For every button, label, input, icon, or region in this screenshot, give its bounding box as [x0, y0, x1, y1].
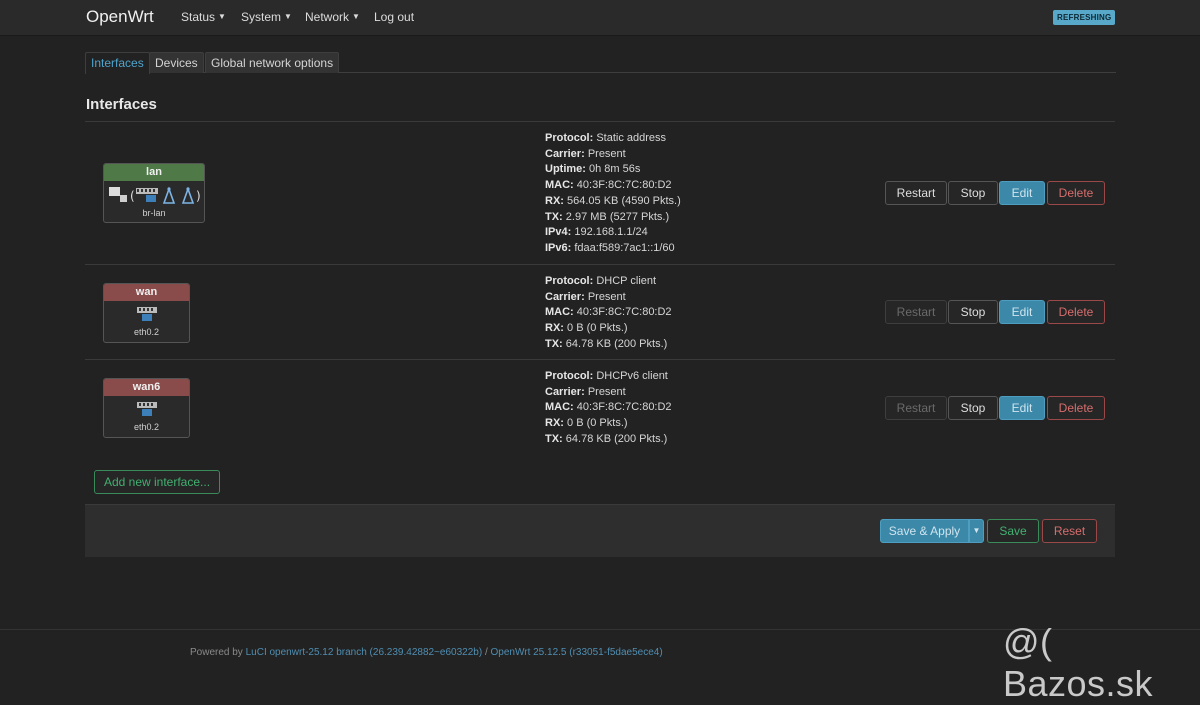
- watermark-logo: @( Bazos.sk: [1003, 621, 1154, 704]
- luci-link[interactable]: LuCI openwrt-25.12 branch (26.239.42882~…: [246, 647, 483, 658]
- interface-device: eth0.2: [133, 327, 160, 337]
- powered-by: Powered by LuCI openwrt-25.12 branch (26…: [190, 647, 663, 658]
- info-tx: TX: 2.97 MB (5277 Pkts.): [545, 210, 670, 223]
- delete-button[interactable]: Delete: [1047, 300, 1105, 324]
- powered-by-prefix: Powered by: [190, 647, 246, 658]
- menu-network-label: Network: [305, 10, 350, 24]
- stop-button[interactable]: Stop: [948, 181, 998, 205]
- network-port-icon: [136, 401, 157, 416]
- interface-row-wan6: wan6 eth0.2 Protocol: DHCPv6 client Carr…: [85, 359, 1115, 456]
- svg-text:): ): [196, 189, 201, 203]
- interface-row-wan: wan eth0.2 Protocol: DHCP client Carrier…: [85, 264, 1115, 360]
- info-protocol: Protocol: DHCP client: [545, 275, 657, 287]
- interface-row-lan: lan ( ) br-lan Protocol: Static address …: [85, 121, 1115, 264]
- info-mac: MAC: 40:3F:8C:7C:80:D2: [545, 179, 672, 192]
- interface-device: eth0.2: [133, 422, 160, 432]
- interface-device: br-lan: [142, 208, 166, 218]
- info-ipv6: IPv6: fdaa:f589:7ac1::1/60: [545, 241, 675, 254]
- ethernet-port-icon: [104, 305, 189, 325]
- menu-logout[interactable]: Log out: [374, 10, 414, 24]
- save-apply-dropdown-toggle[interactable]: ▼: [969, 519, 984, 543]
- chevron-down-icon: ▼: [284, 12, 292, 21]
- info-protocol: Protocol: DHCPv6 client: [545, 370, 668, 382]
- interface-badge-wan: wan eth0.2: [103, 283, 190, 343]
- menu-status-label: Status: [181, 10, 216, 24]
- info-protocol: Protocol: Static address: [545, 132, 667, 144]
- edit-button[interactable]: Edit: [999, 396, 1045, 420]
- interface-name: wan: [104, 284, 189, 301]
- delete-button[interactable]: Delete: [1047, 396, 1105, 420]
- interface-badge-lan: lan ( ) br-lan: [103, 163, 205, 223]
- info-rx: RX: 0 B (0 Pkts.): [545, 417, 628, 430]
- info-mac: MAC: 40:3F:8C:7C:80:D2: [545, 401, 672, 414]
- footer-separator: /: [482, 647, 491, 658]
- info-ipv4: IPv4: 192.168.1.1/24: [545, 226, 648, 239]
- delete-button[interactable]: Delete: [1047, 181, 1105, 205]
- bridge-device-icons: ( ): [104, 185, 204, 205]
- save-button[interactable]: Save: [987, 519, 1039, 543]
- network-port-icon: [136, 306, 157, 321]
- menu-network[interactable]: Network ▼: [305, 10, 360, 24]
- info-carrier: Carrier: Present: [545, 147, 626, 160]
- info-tx: TX: 64.78 KB (200 Pkts.): [545, 337, 668, 350]
- tab-interfaces[interactable]: Interfaces: [85, 52, 150, 74]
- chevron-down-icon: ▼: [972, 526, 981, 535]
- bridge-icon: ( ): [109, 186, 201, 204]
- stop-button[interactable]: Stop: [948, 300, 998, 324]
- page-title: Interfaces: [86, 96, 157, 113]
- svg-text:(: (: [130, 189, 135, 203]
- interface-name: wan6: [104, 379, 189, 396]
- ethernet-port-icon: [104, 400, 189, 420]
- interface-name: lan: [104, 164, 204, 181]
- tab-bar: Interfaces Devices Global network option…: [85, 52, 1116, 74]
- menu-status[interactable]: Status ▼: [181, 10, 226, 24]
- brand-logo[interactable]: OpenWrt: [86, 7, 154, 27]
- action-bar: Save & Apply ▼ Save Reset: [85, 504, 1115, 557]
- menu-system-label: System: [241, 10, 282, 24]
- info-rx: RX: 0 B (0 Pkts.): [545, 322, 628, 335]
- info-mac: MAC: 40:3F:8C:7C:80:D2: [545, 306, 672, 319]
- info-carrier: Carrier: Present: [545, 290, 626, 303]
- tab-devices[interactable]: Devices: [149, 52, 204, 73]
- edit-button[interactable]: Edit: [999, 300, 1045, 324]
- info-uptime: Uptime: 0h 8m 56s: [545, 163, 641, 176]
- menu-system[interactable]: System ▼: [241, 10, 292, 24]
- restart-button[interactable]: Restart: [885, 181, 947, 205]
- edit-button[interactable]: Edit: [999, 181, 1045, 205]
- add-interface-button[interactable]: Add new interface...: [94, 470, 220, 494]
- refreshing-badge[interactable]: REFRESHING: [1053, 10, 1116, 25]
- info-tx: TX: 64.78 KB (200 Pkts.): [545, 432, 668, 445]
- interface-badge-wan6: wan6 eth0.2: [103, 378, 190, 438]
- save-apply-button[interactable]: Save & Apply: [880, 519, 969, 543]
- chevron-down-icon: ▼: [218, 12, 226, 21]
- info-carrier: Carrier: Present: [545, 385, 626, 398]
- chevron-down-icon: ▼: [352, 12, 360, 21]
- restart-button: Restart: [885, 396, 947, 420]
- info-rx: RX: 564.05 KB (4590 Pkts.): [545, 194, 681, 207]
- top-navbar: OpenWrt Status ▼ System ▼ Network ▼ Log out…: [0, 0, 1200, 36]
- reset-button[interactable]: Reset: [1042, 519, 1097, 543]
- interface-info-wan6: Protocol: DHCPv6 client Carrier: Present…: [545, 369, 672, 448]
- openwrt-link[interactable]: OpenWrt 25.12.5 (r33051-f5dae5ece4): [491, 647, 663, 658]
- restart-button: Restart: [885, 300, 947, 324]
- tab-global-network-options[interactable]: Global network options: [205, 52, 340, 73]
- interface-info-wan: Protocol: DHCP client Carrier: Present M…: [545, 274, 672, 353]
- interface-info-lan: Protocol: Static address Carrier: Presen…: [545, 131, 681, 257]
- stop-button[interactable]: Stop: [948, 396, 998, 420]
